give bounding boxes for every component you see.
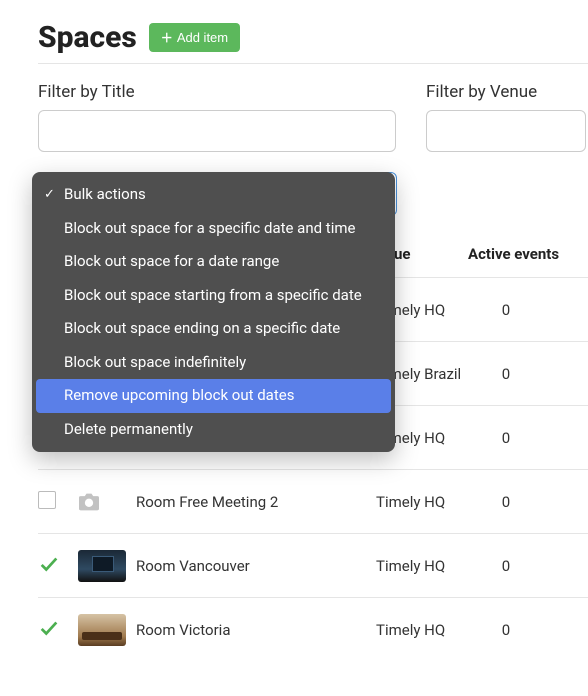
page-title: Spaces xyxy=(38,20,137,55)
row-title[interactable]: Room Victoria xyxy=(136,621,376,639)
bulk-action-option[interactable]: Block out space for a specific date and … xyxy=(36,212,391,246)
bulk-action-option[interactable]: Delete permanently xyxy=(36,413,391,447)
row-title[interactable]: Room Vancouver xyxy=(136,557,376,575)
filter-bar: Filter by Title Filter by Venue xyxy=(38,82,588,152)
bulk-action-option[interactable]: Block out space starting from a specific… xyxy=(36,279,391,313)
table-row: Room Free Meeting 2Timely HQ0 xyxy=(38,470,588,534)
filter-title-label: Filter by Title xyxy=(38,82,396,102)
table-row: Room VictoriaTimely HQ0 xyxy=(38,598,588,662)
bulk-action-option[interactable]: Block out space ending on a specific dat… xyxy=(36,312,391,346)
bulk-action-option[interactable]: Bulk actions xyxy=(36,178,391,212)
row-checkbox[interactable] xyxy=(38,491,56,509)
filter-title-input[interactable] xyxy=(38,110,396,152)
camera-icon xyxy=(78,491,100,513)
row-active-events: 0 xyxy=(476,557,536,575)
room-thumbnail xyxy=(78,614,126,646)
add-item-label: Add item xyxy=(177,30,228,45)
bulk-action-option[interactable]: Block out space for a date range xyxy=(36,245,391,279)
row-venue: Timely HQ xyxy=(376,621,476,639)
row-active-events: 0 xyxy=(476,621,536,639)
row-active-events: 0 xyxy=(476,365,536,383)
filter-venue-input[interactable] xyxy=(426,110,586,152)
bulk-actions-dropdown: Bulk actionsBlock out space for a specif… xyxy=(32,172,395,452)
filter-venue-label: Filter by Venue xyxy=(426,82,586,102)
row-active-events: 0 xyxy=(476,493,536,511)
page-header: Spaces ＋ Add item xyxy=(38,20,588,64)
bulk-action-option[interactable]: Remove upcoming block out dates xyxy=(36,379,391,413)
check-icon[interactable] xyxy=(38,561,60,579)
add-item-button[interactable]: ＋ Add item xyxy=(149,23,240,52)
table-row: Room VancouverTimely HQ0 xyxy=(38,534,588,598)
row-active-events: 0 xyxy=(476,429,536,447)
row-active-events: 0 xyxy=(476,301,536,319)
plus-icon: ＋ xyxy=(161,29,173,46)
row-venue: Timely HQ xyxy=(376,493,476,511)
col-header-events[interactable]: Active events xyxy=(468,245,588,263)
row-title[interactable]: Room Free Meeting 2 xyxy=(136,493,376,511)
check-icon[interactable] xyxy=(38,625,60,643)
room-thumbnail xyxy=(78,550,126,582)
bulk-action-option[interactable]: Block out space indefinitely xyxy=(36,346,391,380)
row-venue: Timely HQ xyxy=(376,557,476,575)
